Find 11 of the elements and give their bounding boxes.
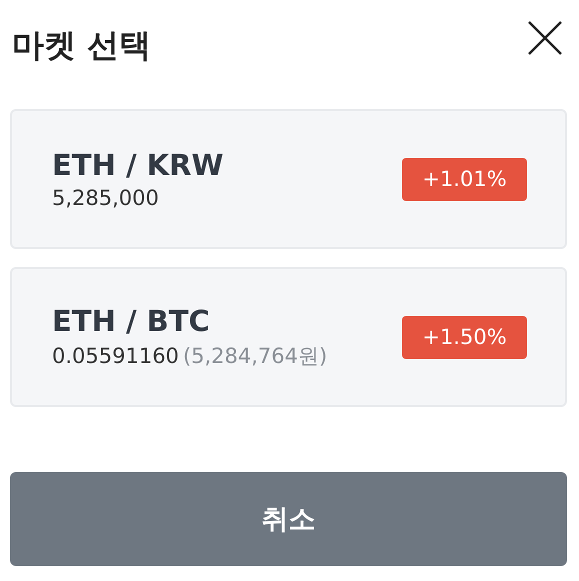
market-card[interactable]: ETH / BTC 0.05591160 (5,284,764원) +1.50%: [10, 267, 567, 407]
close-icon[interactable]: [527, 20, 563, 56]
market-card[interactable]: ETH / KRW 5,285,000 +1.01%: [10, 109, 567, 249]
change-badge: +1.01%: [402, 158, 527, 200]
market-pair: ETH / BTC: [52, 304, 211, 338]
change-badge: +1.50%: [402, 316, 527, 358]
dialog-title: 마켓 선택: [12, 25, 152, 66]
market-price: 5,285,000: [52, 186, 160, 210]
market-pair: ETH / KRW: [52, 148, 224, 182]
cancel-button[interactable]: 취소: [10, 472, 567, 566]
market-price: 0.05591160 (5,284,764원): [52, 343, 328, 370]
